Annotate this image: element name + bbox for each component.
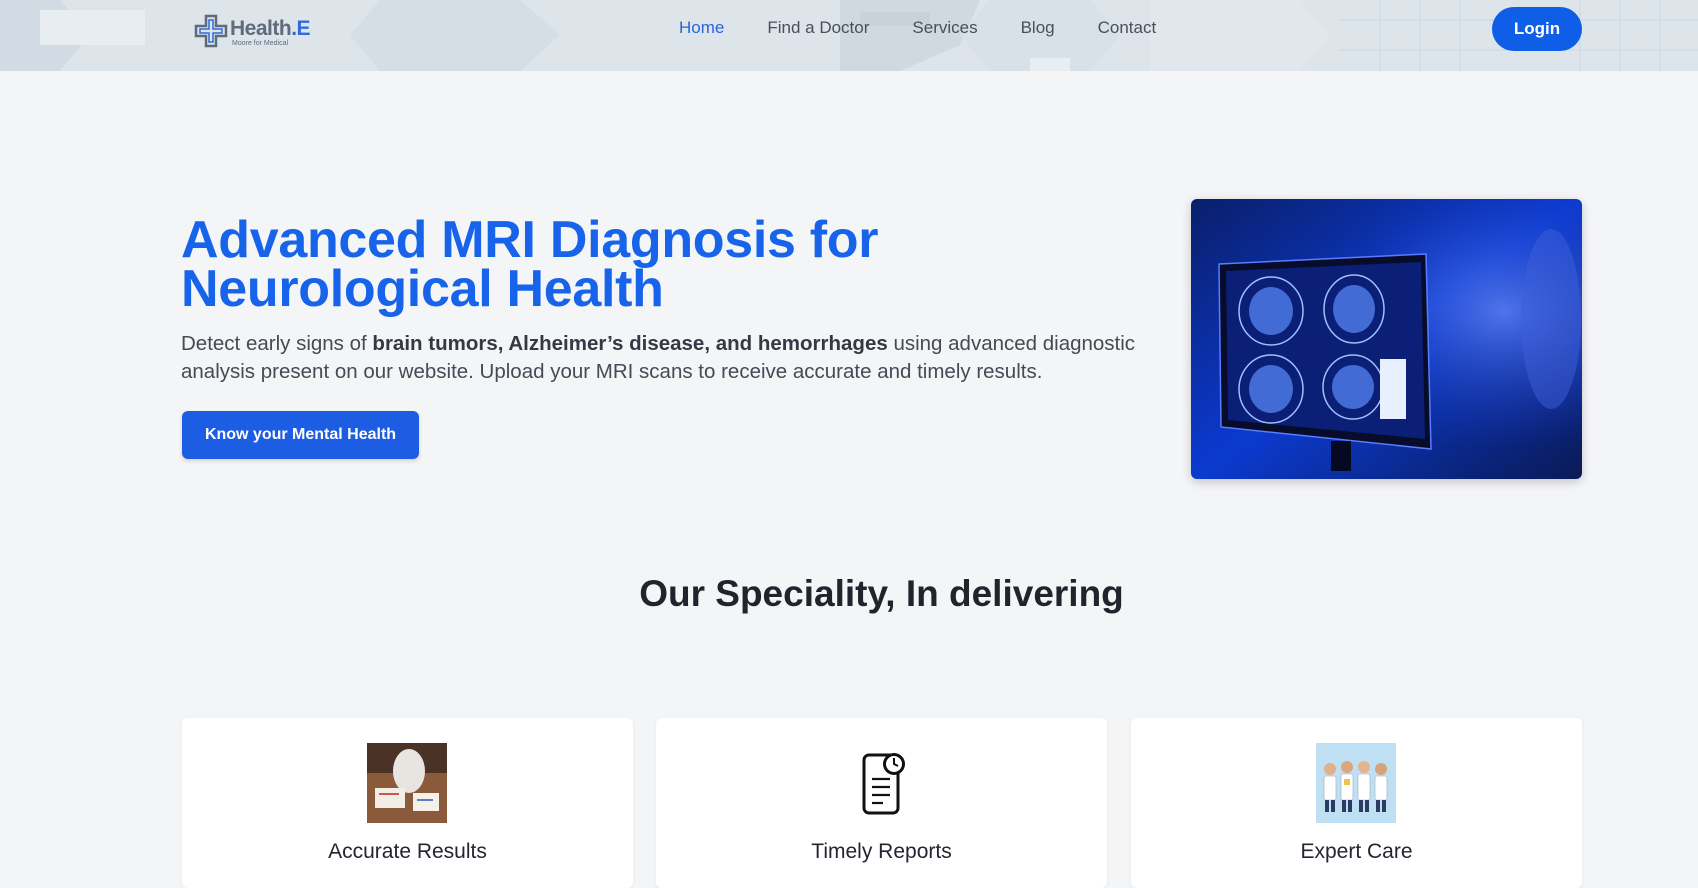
medical-cross-icon bbox=[194, 14, 228, 48]
nav-blog[interactable]: Blog bbox=[1021, 18, 1055, 38]
mri-monitor-image bbox=[1191, 199, 1582, 479]
top-navbar: Health.E Moore for Medical Home Find a D… bbox=[0, 0, 1698, 71]
hero-description: Detect early signs of brain tumors, Alzh… bbox=[181, 332, 1136, 383]
speciality-heading: Our Speciality, In delivering bbox=[639, 573, 1124, 614]
nav-services[interactable]: Services bbox=[912, 18, 977, 38]
logo-tagline: Moore for Medical bbox=[232, 39, 289, 47]
doctors-team-illustration-icon bbox=[1316, 743, 1396, 823]
card-accurate-results: Accurate Results bbox=[182, 718, 633, 888]
card-label: Accurate Results bbox=[328, 840, 487, 863]
nav-home[interactable]: Home bbox=[679, 18, 724, 38]
card-timely-reports: Timely Reports bbox=[656, 718, 1107, 888]
logo-wordmark: Health.E bbox=[230, 16, 311, 40]
main-nav: Home Find a Doctor Services Blog Contact bbox=[679, 18, 1199, 38]
hero-title: Advanced MRI Diagnosis for Neurological … bbox=[181, 211, 879, 318]
know-mental-health-button[interactable]: Know your Mental Health bbox=[182, 411, 419, 459]
nav-find-a-doctor[interactable]: Find a Doctor bbox=[767, 18, 869, 38]
hero-description-highlight: brain tumors, Alzheimer’s disease, and h… bbox=[372, 332, 888, 355]
card-label: Expert Care bbox=[1300, 840, 1413, 863]
nav-contact[interactable]: Contact bbox=[1098, 18, 1157, 38]
login-button[interactable]: Login bbox=[1492, 7, 1582, 51]
doctor-desk-photo-icon bbox=[367, 743, 447, 823]
card-label: Timely Reports bbox=[811, 840, 952, 863]
report-clock-icon bbox=[862, 753, 905, 815]
brand-logo[interactable]: Health.E Moore for Medical bbox=[194, 14, 311, 50]
card-expert-care: Expert Care bbox=[1131, 718, 1582, 888]
